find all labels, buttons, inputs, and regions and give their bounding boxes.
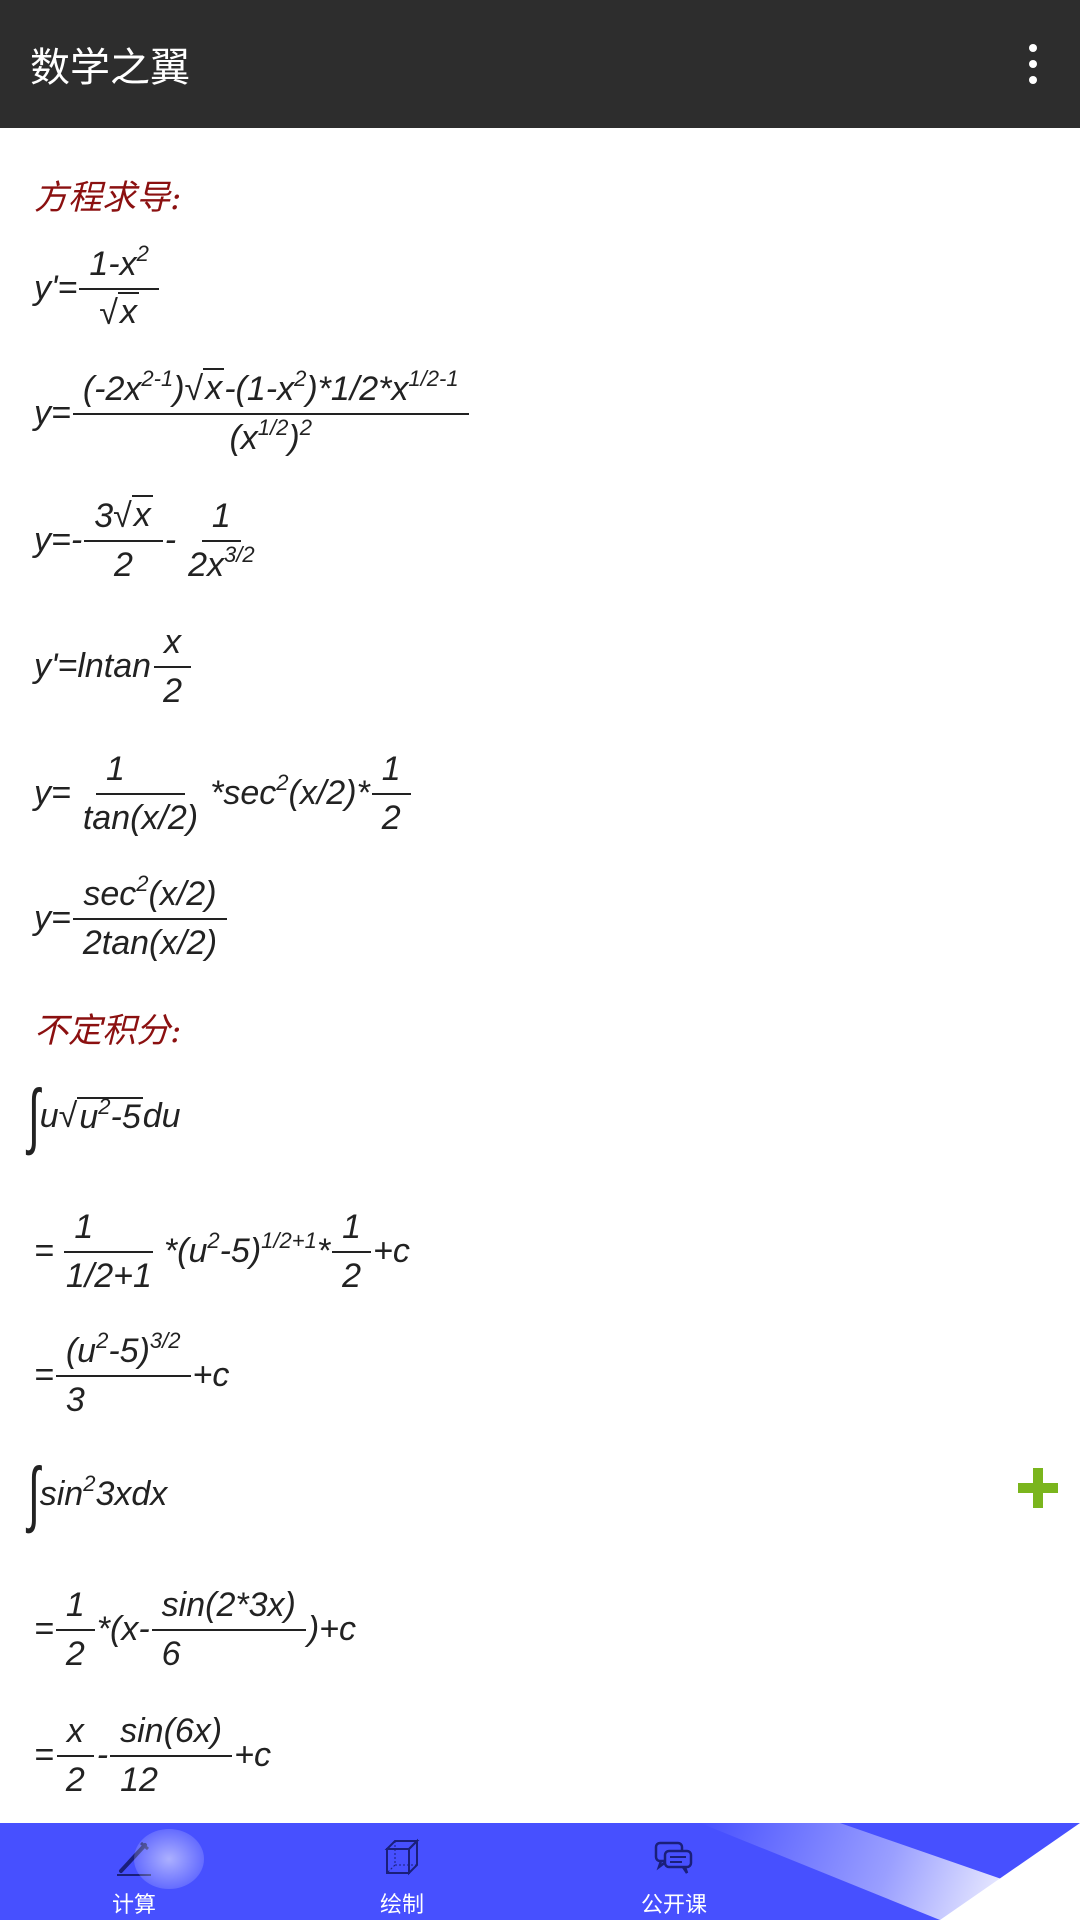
app-title: 数学之翼 <box>30 45 190 91</box>
more-vert-icon[interactable] <box>1026 44 1040 84</box>
formula-content[interactable]: 方程求导: y'= 1-x2 √ x y= (-2x2-1)√ x -(1-x2)*1/… <box>0 128 1080 1823</box>
formula-line: y= (-2x2-1)√ x -(1-x2)*1/2*x1/2-1 (x1/2)2 <box>34 368 471 459</box>
section-title-integral: 不定积分: <box>34 1011 182 1051</box>
formula-line: ∫ u√ u2-5 du <box>27 1076 181 1156</box>
nav-item-draw[interactable]: 绘制 <box>302 1823 502 1920</box>
formula-line: y'=lntan x2 <box>34 621 194 712</box>
section-title-derivative: 方程求导: <box>34 178 182 218</box>
nav-item-calc[interactable]: 计算 <box>34 1823 234 1920</box>
formula-line: = 1 1/2+1 *(u2-5)1/2+1* 12 +c <box>34 1208 410 1295</box>
formula-line: y=- 3√ x 2 - 1 2x3/2 <box>34 495 255 584</box>
nav-label-course: 公开课 <box>640 1893 707 1918</box>
formula-line: ∫ sin23xdx <box>27 1454 168 1534</box>
app-bar: 数学之翼 <box>0 0 1080 128</box>
chat-bubbles-icon <box>654 1841 693 1874</box>
plus-icon[interactable] <box>1018 1468 1058 1508</box>
nav-label-calc: 计算 <box>111 1893 156 1918</box>
formula-line: y'= 1-x2 √ x <box>34 243 161 334</box>
formula-line: = 12 *(x- sin(2*3x) 6 )+c <box>34 1586 357 1673</box>
bottom-nav: 计算 绘制 公开课 <box>0 1823 1080 1920</box>
formula-line: y= 1 tan(x/2) *sec2(x/2)* 12 <box>34 748 413 839</box>
nav-item-course[interactable]: 公开课 <box>574 1823 774 1920</box>
nav-label-draw: 绘制 <box>379 1893 424 1918</box>
formula-line: = (u2-5)3/2 3 +c <box>34 1328 230 1419</box>
formula-line: = x2 - sin(6x) 12 +c <box>34 1712 271 1799</box>
formula-line: y= sec2(x/2) 2tan(x/2) <box>34 873 229 964</box>
cube-icon <box>384 1838 420 1876</box>
